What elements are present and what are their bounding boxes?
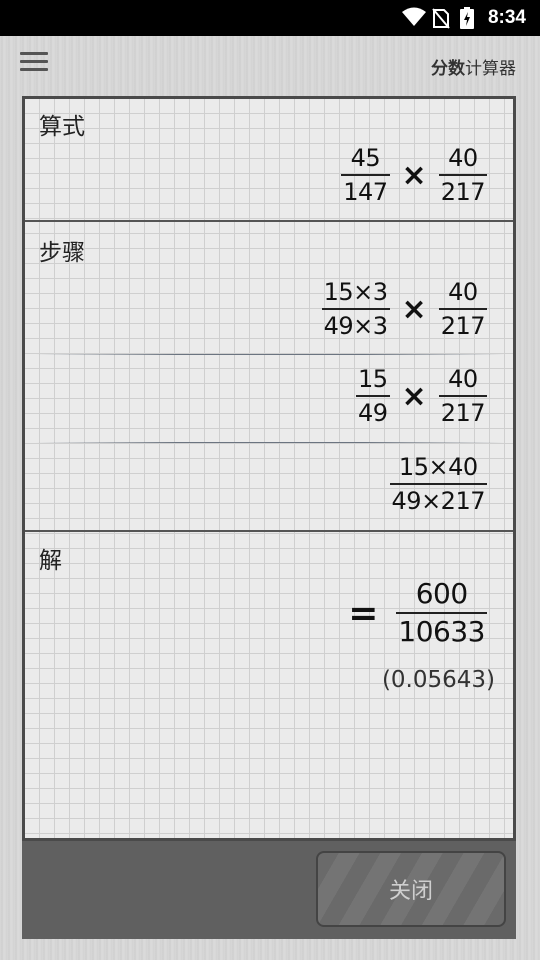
no-sim-icon — [432, 8, 450, 29]
fraction-numerator: 15×40 — [398, 453, 478, 481]
multiply-operator: × — [401, 291, 427, 327]
step-row-1: 15×3 49×3 × 40 217 — [321, 277, 487, 341]
fraction-denominator: 10633 — [398, 615, 485, 648]
fraction-bar — [321, 308, 390, 310]
status-time: 8:34 — [487, 7, 526, 28]
app-title-rest: 计算器 — [465, 59, 516, 79]
step-row-2: 15 49 × 40 217 — [356, 364, 487, 428]
expression-right-fraction: 40 217 — [438, 143, 487, 207]
fraction-numerator: 40 — [448, 278, 478, 306]
expression-left-fraction: 45 147 — [341, 143, 390, 207]
fraction-numerator: 40 — [448, 365, 478, 393]
step-right-fraction: 40 217 — [438, 277, 487, 341]
fraction-bar — [389, 483, 487, 485]
expression-row: 45 147 × 40 217 — [341, 143, 487, 207]
fraction-bar — [438, 395, 487, 397]
fraction-bar — [438, 174, 487, 176]
section-divider — [25, 220, 513, 222]
fraction-denominator: 49×217 — [391, 487, 486, 515]
step-right-fraction: 40 217 — [438, 364, 487, 428]
expression-label: 算式 — [39, 114, 85, 140]
fraction-denominator: 217 — [440, 178, 486, 206]
app-title: 分数计算器 — [431, 54, 516, 79]
fraction-denominator: 217 — [440, 312, 486, 340]
fraction-bar — [356, 395, 390, 397]
fraction-numerator: 45 — [350, 144, 381, 172]
fraction-bar — [341, 174, 390, 176]
fraction-numerator: 40 — [448, 144, 478, 172]
wifi-icon — [402, 7, 426, 26]
step-left-fraction: 15×3 49×3 — [321, 277, 390, 341]
step-divider — [35, 354, 505, 355]
hamburger-menu-icon[interactable] — [20, 52, 48, 76]
battery-charging-icon — [460, 7, 474, 29]
fraction-denominator: 49×3 — [323, 312, 388, 340]
result-fraction: 600 10633 — [396, 577, 487, 649]
close-button[interactable]: 关闭 — [316, 851, 506, 927]
app-bar: 分数计算器 — [0, 36, 540, 94]
step-single-fraction: 15×40 49×217 — [389, 452, 487, 516]
multiply-operator: × — [401, 378, 427, 414]
fraction-denominator: 217 — [440, 399, 486, 427]
worksheet-panel: 算式 45 147 × 40 217 步骤 15×3 49×3 × 40 217 — [22, 96, 516, 841]
status-bar: 8:34 — [0, 0, 540, 36]
fraction-numerator: 15×3 — [323, 278, 388, 306]
step-left-fraction: 15 49 — [356, 364, 390, 428]
fraction-denominator: 147 — [343, 178, 388, 206]
fraction-bar — [438, 308, 487, 310]
decimal-result: (0.05643) — [381, 667, 495, 693]
app-title-bold: 分数 — [431, 59, 465, 79]
multiply-operator: × — [401, 157, 427, 193]
fraction-numerator: 15 — [358, 365, 388, 393]
solution-label: 解 — [39, 548, 62, 574]
step-row-3: 15×40 49×217 — [389, 452, 487, 516]
equals-sign: = — [348, 592, 379, 634]
section-divider — [25, 530, 513, 532]
fraction-denominator: 49 — [358, 399, 388, 427]
fraction-numerator: 600 — [415, 577, 468, 610]
step-divider — [35, 442, 505, 443]
steps-label: 步骤 — [39, 240, 85, 266]
solution-row: = 600 10633 — [348, 577, 487, 649]
fraction-bar — [396, 612, 487, 614]
bottom-bar: 关闭 — [22, 841, 516, 939]
